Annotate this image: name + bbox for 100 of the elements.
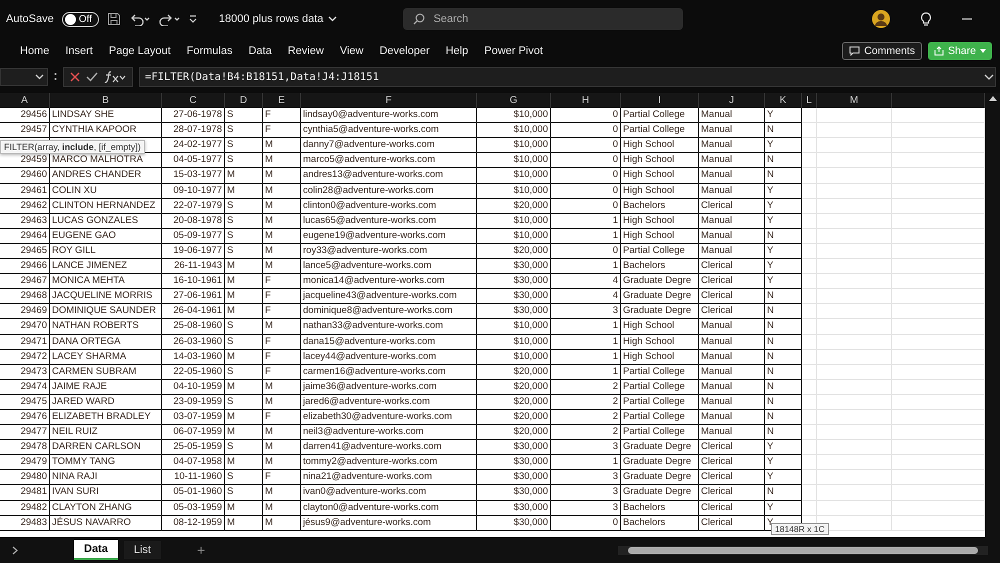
table-cell: M xyxy=(263,425,301,440)
ribbon-tab[interactable]: Home xyxy=(12,39,58,63)
sheet-tab[interactable]: Data xyxy=(74,540,118,560)
expand-icon[interactable] xyxy=(984,74,994,80)
ribbon-tab[interactable]: Data xyxy=(240,39,280,63)
table-cell: 1 xyxy=(551,364,621,380)
column-header[interactable]: F xyxy=(301,93,477,108)
column-header[interactable]: B xyxy=(50,93,162,108)
table-cell: Y xyxy=(765,274,802,290)
table-cell: IVAN SURI xyxy=(50,485,162,501)
document-title[interactable]: 18000 plus rows data xyxy=(212,12,344,26)
table-cell: 29478 xyxy=(0,440,50,456)
table-cell: 29480 xyxy=(0,470,50,486)
check-icon[interactable] xyxy=(86,72,98,82)
table-cell: 29475 xyxy=(0,394,50,410)
empty-cell xyxy=(802,470,817,486)
ribbon-tab[interactable]: Review xyxy=(280,39,332,63)
empty-cell xyxy=(802,153,817,168)
table-cell: M xyxy=(225,350,263,365)
table-cell: S xyxy=(225,440,263,456)
column-header[interactable]: H xyxy=(551,93,621,108)
table-cell: dana15@adventure-works.com xyxy=(301,334,477,350)
column-header[interactable]: I xyxy=(621,93,699,108)
horizontal-scrollbar[interactable] xyxy=(618,546,988,554)
empty-cell xyxy=(802,440,817,456)
ribbon-tab[interactable]: Help xyxy=(438,39,476,63)
table-cell: 0 xyxy=(551,138,621,154)
table-cell: 15-03-1977 xyxy=(162,168,225,184)
table-cell: M xyxy=(263,516,301,531)
undo-icon[interactable] xyxy=(128,12,151,26)
scroll-up-icon[interactable] xyxy=(988,96,996,101)
table-cell: $30,000 xyxy=(477,470,551,486)
table-cell: Clerical xyxy=(699,259,765,274)
avatar-icon[interactable] xyxy=(872,10,890,28)
ribbon-tab[interactable]: Developer xyxy=(371,39,438,63)
table-cell: Clerical xyxy=(699,304,765,320)
table-cell: 06-07-1959 xyxy=(162,425,225,440)
table-cell: jaime36@adventure-works.com xyxy=(301,380,477,395)
table-cell: 29460 xyxy=(0,168,50,184)
table-cell: F xyxy=(263,410,301,426)
table-cell: elizabeth30@adventure-works.com xyxy=(301,410,477,426)
formula-field[interactable]: =FILTER(Data!B4:B18151,Data!J4:J18151 xyxy=(139,67,996,87)
ribbon-tab[interactable]: Formulas xyxy=(178,39,240,63)
table-cell: 29483 xyxy=(0,516,50,531)
column-header[interactable]: G xyxy=(477,93,551,108)
chevron-right-icon[interactable] xyxy=(12,546,18,554)
add-sheet-button[interactable]: + xyxy=(190,541,212,559)
column-header[interactable]: A xyxy=(0,93,50,108)
ribbon-tab[interactable]: Insert xyxy=(57,39,101,63)
table-cell: colin28@adventure-works.com xyxy=(301,184,477,199)
cancel-icon[interactable] xyxy=(70,72,80,82)
redo-icon[interactable] xyxy=(158,12,181,26)
table-cell: 3 xyxy=(551,500,621,516)
table-cell: 29462 xyxy=(0,198,50,214)
comments-button[interactable]: Comments xyxy=(842,42,922,60)
table-cell: M xyxy=(225,274,263,290)
table-cell: lacey44@adventure-works.com xyxy=(301,350,477,365)
column-header[interactable]: L xyxy=(802,93,817,108)
table-cell: monica14@adventure-works.com xyxy=(301,274,477,290)
sheet-tab[interactable]: List xyxy=(124,541,161,559)
more-icon[interactable] xyxy=(54,72,57,82)
function-icon[interactable] xyxy=(104,71,126,83)
table-cell: 27-06-1978 xyxy=(162,108,225,124)
table-cell: Manual xyxy=(699,244,765,260)
table-cell: 2 xyxy=(551,410,621,426)
save-icon[interactable] xyxy=(106,12,121,26)
customize-icon[interactable] xyxy=(188,14,197,24)
ribbon-tab[interactable]: Power Pivot xyxy=(476,39,551,63)
minimize-icon[interactable] xyxy=(962,18,972,20)
table-cell: $10,000 xyxy=(477,108,551,124)
table-cell: 29482 xyxy=(0,500,50,516)
table-cell: 0 xyxy=(551,168,621,184)
table-cell: Graduate Degre xyxy=(621,485,699,501)
column-header[interactable]: D xyxy=(225,93,263,108)
table-cell: N xyxy=(765,153,802,168)
table-cell: $10,000 xyxy=(477,228,551,244)
lightbulb-icon[interactable] xyxy=(920,12,932,26)
table-cell: $20,000 xyxy=(477,425,551,440)
column-header[interactable]: K xyxy=(765,93,802,108)
caret-icon xyxy=(980,49,986,53)
ribbon-tab[interactable]: View xyxy=(332,39,372,63)
column-header[interactable]: C xyxy=(162,93,225,108)
column-header[interactable]: J xyxy=(699,93,765,108)
table-cell: 26-11-1943 xyxy=(162,259,225,274)
table-cell: M xyxy=(263,244,301,260)
search-field[interactable]: Search xyxy=(403,8,684,30)
table-cell: $30,000 xyxy=(477,485,551,501)
table-cell: 20-08-1978 xyxy=(162,214,225,229)
table-cell: 29457 xyxy=(0,123,50,138)
table-cell: 05-09-1977 xyxy=(162,228,225,244)
table-cell: M xyxy=(263,394,301,410)
table-cell: M xyxy=(263,228,301,244)
table-cell: S xyxy=(225,108,263,124)
table-cell: M xyxy=(225,410,263,426)
table-cell: DARREN CARLSON xyxy=(50,440,162,456)
column-header[interactable]: E xyxy=(263,93,301,108)
column-header[interactable]: M xyxy=(817,93,892,108)
ribbon-tab[interactable]: Page Layout xyxy=(100,39,179,63)
autosave-toggle[interactable]: Off xyxy=(62,12,99,26)
column-header[interactable] xyxy=(892,93,985,108)
